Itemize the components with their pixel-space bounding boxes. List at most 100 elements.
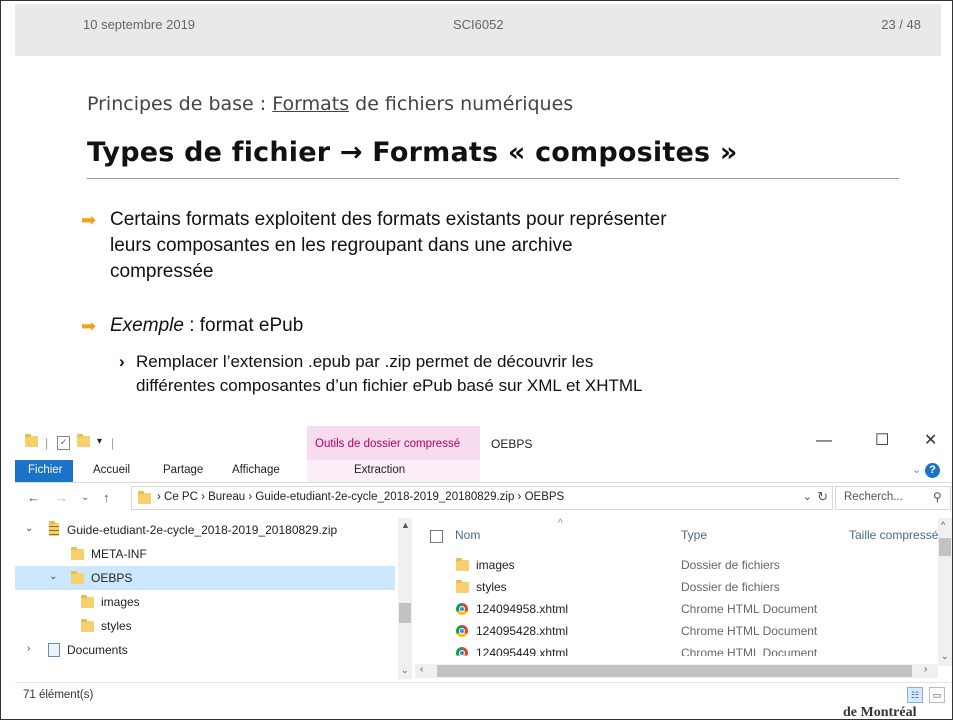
nav-item-label: OEBPS [91, 571, 133, 585]
file-name: styles [476, 580, 507, 594]
scroll-up-icon[interactable]: ^ [941, 520, 945, 530]
forward-arrow-icon[interactable]: → [55, 490, 68, 505]
nav-item-meta-inf[interactable]: META-INF [15, 542, 395, 566]
nav-item-zip-archive[interactable]: ⌄ Guide-etudiant-2e-cycle_2018-2019_2018… [15, 518, 395, 542]
scroll-right-icon[interactable]: › [924, 664, 927, 675]
file-list-horizontal-scrollbar[interactable]: ‹ › [415, 664, 938, 678]
tab-home[interactable]: Accueil [93, 464, 130, 476]
address-folder-icon [138, 491, 151, 504]
bullet-example-text: Exemple : format ePub [110, 313, 303, 339]
compressed-folder-tools-label: Outils de dossier compressé [315, 438, 461, 450]
scroll-down-icon[interactable]: ⌄ [941, 651, 949, 662]
window-title: OEBPS [491, 437, 533, 451]
scrollbar-thumb[interactable] [939, 538, 951, 556]
bullet-example-rest: : format ePub [183, 315, 304, 336]
subtitle-suffix: de fichiers numériques [349, 93, 574, 115]
address-path: › Ce PC › Bureau › Guide-etudiant-2e-cyc… [157, 491, 565, 503]
minimize-icon[interactable]: — [816, 432, 832, 450]
quick-access-folder-icon[interactable] [25, 434, 38, 450]
documents-icon [48, 643, 60, 660]
nav-item-oebps[interactable]: ⌄ OEBPS [15, 566, 395, 590]
file-row[interactable]: styles Dossier de fichiers [415, 576, 935, 598]
search-input[interactable]: Recherch... ⚲ [835, 486, 951, 510]
file-list-vertical-scrollbar[interactable]: ^ ⌄ [938, 518, 952, 666]
collapse-chevron-icon[interactable]: ⌄ [25, 523, 33, 534]
ribbon-expand-chevron-icon[interactable]: ⌄ [912, 463, 921, 476]
file-row[interactable]: 124095428.xhtml Chrome HTML Document [415, 620, 935, 642]
slide-title: Types de fichier → Formats « composites … [87, 137, 738, 168]
file-row[interactable]: 124094958.xhtml Chrome HTML Document [415, 598, 935, 620]
maximize-icon[interactable]: ☐ [875, 430, 889, 450]
nav-item-label: META-INF [91, 547, 147, 561]
zip-folder-icon [49, 521, 59, 539]
help-icon[interactable]: ? [925, 463, 940, 478]
scrollbar-thumb[interactable] [399, 603, 411, 623]
header-date: 10 septembre 2019 [83, 17, 196, 32]
chrome-document-icon [456, 625, 468, 640]
scroll-up-icon[interactable]: ▲ [401, 520, 410, 530]
collapse-chevron-icon[interactable]: ⌄ [49, 571, 57, 582]
tab-share[interactable]: Partage [163, 464, 203, 476]
large-icons-view-icon[interactable]: ▭ [929, 687, 945, 703]
navigation-scrollbar[interactable]: ▲ ⌄ [398, 518, 412, 679]
tab-file-label: Fichier [28, 464, 63, 476]
file-list: ^ Nom Type Taille compressé images Dossi… [415, 518, 951, 683]
customize-toolbar-dropdown-icon[interactable]: ▾ [97, 436, 102, 447]
section-subtitle: Principes de base : Formats de fichiers … [87, 93, 573, 115]
properties-check-icon[interactable]: ✓ [57, 434, 70, 450]
address-dropdown-icon[interactable]: ⌄ [803, 490, 812, 503]
close-icon[interactable]: ✕ [924, 430, 937, 450]
arrow-right-icon: ➡ [81, 316, 97, 336]
arrow-right-icon: ➡ [81, 210, 97, 230]
file-row[interactable]: 124095449.xhtml Chrome HTML Document [415, 642, 935, 656]
status-bar: 71 élément(s) ☷ ▭ [15, 682, 952, 706]
header-page-number: 23 / 48 [881, 17, 921, 32]
nav-item-label: Guide-etudiant-2e-cycle_2018-2019_201808… [67, 523, 338, 537]
nav-item-styles[interactable]: styles [15, 614, 395, 638]
tab-view[interactable]: Affichage [232, 464, 280, 476]
toolbar-separator: | [45, 436, 49, 450]
column-header-name[interactable]: Nom [455, 528, 480, 542]
slide: 10 septembre 2019 SCI6052 23 / 48 Princi… [0, 0, 953, 720]
file-type: Chrome HTML Document [681, 624, 818, 638]
new-folder-icon[interactable] [77, 434, 90, 450]
university-logo-fragment: de Montréal [843, 705, 917, 720]
header-course: SCI6052 [453, 17, 504, 32]
file-type: Chrome HTML Document [681, 602, 818, 616]
bullet-line-2: leurs composantes en les regroupant dans… [110, 235, 573, 256]
address-bar[interactable]: › Ce PC › Bureau › Guide-etudiant-2e-cyc… [131, 486, 833, 510]
column-header-size[interactable]: Taille compressé [849, 528, 938, 542]
column-header-type[interactable]: Type [681, 528, 707, 542]
scroll-down-icon[interactable]: ⌄ [401, 665, 409, 676]
nav-item-images[interactable]: images [15, 590, 395, 614]
tab-file[interactable]: Fichier [15, 460, 73, 482]
folder-icon [81, 619, 94, 635]
subtitle-prefix: Principes de base : [87, 93, 273, 115]
back-arrow-icon[interactable]: ← [27, 490, 40, 505]
ribbon-tabs: Fichier Accueil Partage Affichage Extrac… [15, 460, 952, 483]
navigation-pane: ⌄ Guide-etudiant-2e-cycle_2018-2019_2018… [15, 518, 413, 679]
up-arrow-icon[interactable]: ↑ [103, 490, 110, 505]
file-type: Dossier de fichiers [681, 580, 780, 594]
chevron-right-icon: › [119, 352, 125, 371]
scroll-left-icon[interactable]: ‹ [420, 664, 423, 675]
folder-icon [71, 547, 84, 563]
file-name: 124095449.xhtml [476, 646, 569, 656]
recent-locations-dropdown-icon[interactable]: ⌄ [81, 492, 89, 503]
address-row: ← → ⌄ ↑ › Ce PC › Bureau › Guide-etudian… [15, 483, 952, 513]
file-row[interactable]: images Dossier de fichiers [415, 554, 935, 576]
file-type: Dossier de fichiers [681, 558, 780, 572]
select-all-checkbox[interactable] [430, 530, 443, 543]
tab-extract[interactable]: Extraction [307, 460, 480, 482]
scrollbar-thumb[interactable] [437, 665, 912, 677]
details-view-icon[interactable]: ☷ [907, 687, 923, 703]
subtitle-formats-link[interactable]: Formats [272, 93, 349, 115]
folder-icon [456, 558, 469, 574]
nav-item-documents[interactable]: › Documents [15, 638, 395, 662]
refresh-icon[interactable]: ↻ [817, 489, 828, 505]
compressed-folder-tools-tab[interactable]: Outils de dossier compressé [307, 426, 480, 460]
expand-chevron-icon[interactable]: › [27, 643, 30, 654]
file-explorer-window: | ✓ ▾ | Outils de dossier compressé OEBP… [15, 426, 952, 706]
header-band: 10 septembre 2019 SCI6052 23 / 48 [15, 4, 941, 56]
bullet-line-1: Certains formats exploitent des formats … [110, 209, 667, 230]
